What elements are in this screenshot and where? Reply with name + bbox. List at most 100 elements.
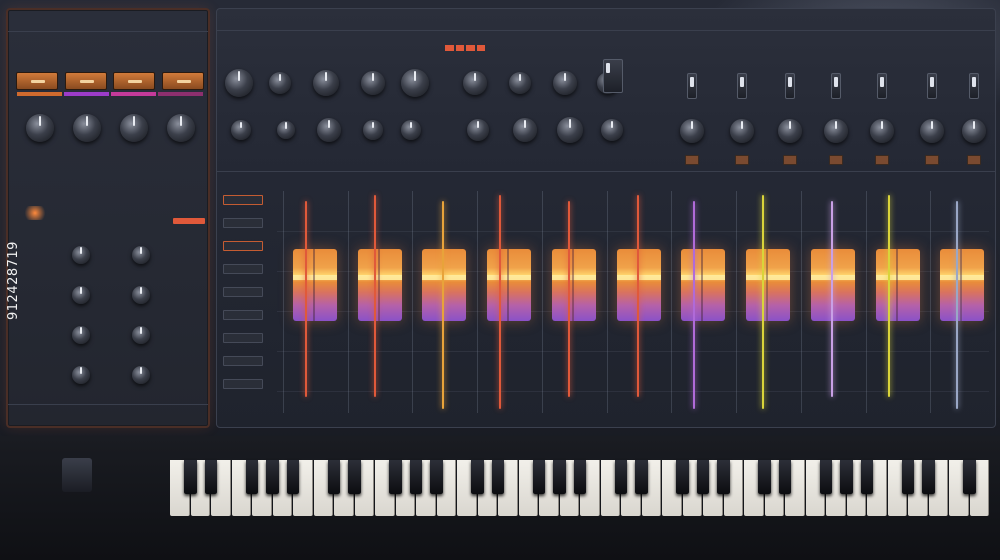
channel-knob[interactable]: [363, 120, 383, 140]
channel-knob[interactable]: [730, 119, 754, 143]
rotary-knob[interactable]: [72, 114, 101, 142]
black-key[interactable]: [614, 460, 628, 494]
audio-clip[interactable]: [811, 249, 855, 321]
track-slot[interactable]: [223, 356, 263, 366]
channel-fader[interactable]: [877, 73, 887, 99]
effect-toggle-4[interactable]: [161, 72, 204, 90]
black-key[interactable]: [430, 460, 443, 494]
audio-clip[interactable]: [552, 249, 596, 321]
effect-toggle-2[interactable]: [64, 72, 107, 90]
black-key[interactable]: [471, 460, 484, 494]
effect-toggle-1[interactable]: [16, 72, 58, 90]
master-fader[interactable]: [603, 59, 623, 93]
channel-fader[interactable]: [927, 73, 937, 99]
rotary-knob[interactable]: [166, 114, 195, 142]
channel-fader[interactable]: [687, 73, 697, 99]
channel-knob[interactable]: [557, 117, 583, 143]
channel-knob[interactable]: [361, 71, 385, 95]
black-key[interactable]: [901, 460, 915, 494]
track-slot[interactable]: [223, 333, 263, 343]
channel-fader[interactable]: [737, 73, 747, 99]
channel-fader[interactable]: [969, 73, 979, 99]
audio-clip[interactable]: [876, 249, 920, 321]
black-key[interactable]: [840, 460, 853, 494]
black-key[interactable]: [860, 460, 874, 494]
black-key[interactable]: [758, 460, 771, 494]
channel-knob[interactable]: [463, 71, 487, 95]
black-key[interactable]: [635, 460, 648, 494]
channel-knob[interactable]: [870, 119, 894, 143]
channel-knob[interactable]: [269, 72, 291, 94]
channel-knob[interactable]: [313, 70, 339, 96]
black-key[interactable]: [573, 460, 587, 494]
channel-knob[interactable]: [553, 71, 577, 95]
effect-toggle-3[interactable]: [113, 72, 156, 90]
rotary-knob[interactable]: [119, 114, 148, 142]
black-key[interactable]: [922, 460, 935, 494]
black-key[interactable]: [963, 460, 976, 494]
black-key[interactable]: [286, 460, 300, 494]
record-indicator: [445, 45, 454, 51]
small-dial[interactable]: [72, 286, 90, 304]
piano-keyboard[interactable]: [170, 460, 1000, 516]
track-slot[interactable]: [223, 310, 263, 320]
channel-knob[interactable]: [824, 119, 848, 143]
black-key[interactable]: [778, 460, 792, 494]
channel-knob[interactable]: [401, 120, 421, 140]
black-key[interactable]: [676, 460, 689, 494]
black-key[interactable]: [409, 460, 423, 494]
channel-fader[interactable]: [831, 73, 841, 99]
channel-knob[interactable]: [225, 69, 253, 97]
black-key[interactable]: [553, 460, 566, 494]
small-dial[interactable]: [132, 326, 150, 344]
black-key[interactable]: [184, 460, 197, 494]
black-key[interactable]: [245, 460, 259, 494]
channel-knob[interactable]: [920, 119, 944, 143]
channel-knob[interactable]: [277, 121, 295, 139]
channel-fader[interactable]: [785, 73, 795, 99]
black-key[interactable]: [696, 460, 710, 494]
channel-knob[interactable]: [513, 118, 537, 142]
track-slot[interactable]: [223, 287, 263, 297]
audio-clip[interactable]: [681, 249, 725, 321]
black-key[interactable]: [348, 460, 361, 494]
channel-knob[interactable]: [601, 119, 623, 141]
channel-knob[interactable]: [778, 119, 802, 143]
black-key[interactable]: [266, 460, 279, 494]
audio-clip[interactable]: [422, 249, 466, 321]
pitch-wheel[interactable]: [62, 458, 92, 492]
black-key[interactable]: [491, 460, 505, 494]
black-key[interactable]: [389, 460, 402, 494]
audio-clip[interactable]: [293, 249, 337, 321]
channel-knob[interactable]: [231, 120, 251, 140]
track-slot[interactable]: [223, 379, 263, 389]
audio-clip[interactable]: [617, 249, 661, 321]
small-dial[interactable]: [72, 246, 90, 264]
small-dial[interactable]: [72, 366, 90, 384]
small-dial[interactable]: [132, 246, 150, 264]
black-key[interactable]: [819, 460, 833, 494]
audio-clip[interactable]: [487, 249, 531, 321]
small-dial[interactable]: [72, 326, 90, 344]
channel-knob[interactable]: [962, 119, 986, 143]
black-key[interactable]: [204, 460, 218, 494]
track-slot[interactable]: [223, 218, 263, 228]
track-slot[interactable]: [223, 195, 263, 205]
record-indicator-strip: [445, 45, 485, 51]
black-key[interactable]: [717, 460, 730, 494]
small-dial[interactable]: [132, 366, 150, 384]
channel-knob[interactable]: [467, 119, 489, 141]
rotary-knob[interactable]: [25, 114, 54, 142]
black-key[interactable]: [327, 460, 341, 494]
channel-knob[interactable]: [317, 118, 341, 142]
small-dial[interactable]: [132, 286, 150, 304]
audio-clip[interactable]: [746, 249, 790, 321]
audio-clip[interactable]: [358, 249, 402, 321]
channel-knob[interactable]: [401, 69, 429, 97]
channel-knob[interactable]: [680, 119, 704, 143]
audio-clip[interactable]: [940, 249, 984, 321]
black-key[interactable]: [532, 460, 546, 494]
channel-knob[interactable]: [509, 72, 531, 94]
track-slot[interactable]: [223, 264, 263, 274]
track-slot[interactable]: [223, 241, 263, 251]
